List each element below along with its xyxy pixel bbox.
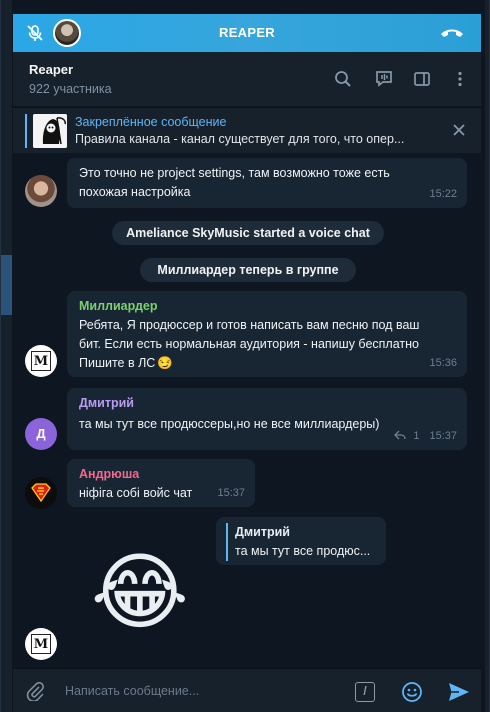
pinned-title: Закреплённое сообщение: [75, 115, 227, 129]
message-time: 15:37: [217, 487, 245, 499]
message-input[interactable]: Написать сообщение...: [65, 684, 199, 698]
avatar[interactable]: [25, 477, 57, 509]
message-author[interactable]: Миллиардер: [79, 297, 455, 316]
sidebar-icon[interactable]: [412, 69, 432, 89]
voice-chat-icon[interactable]: [374, 69, 394, 89]
search-icon[interactable]: [333, 69, 353, 89]
smirk-emoji: 😏: [157, 356, 173, 370]
avatar[interactable]: [25, 175, 57, 207]
message-text: Это точно не project settings, там возмо…: [79, 166, 390, 180]
reply-arrow-icon[interactable]: [394, 430, 406, 440]
reply-preview[interactable]: Дмитрий та мы тут все продюс...: [216, 517, 386, 565]
reply-author: Дмитрий: [235, 525, 290, 539]
member-count: 922 участника: [29, 82, 112, 96]
message-bubble[interactable]: Андрюша ніфіга собі войс чат 15:37: [67, 459, 255, 507]
superman-logo-icon: [31, 483, 51, 503]
avatar[interactable]: Д: [25, 418, 57, 450]
reaper-logo-icon: [33, 114, 67, 148]
message-time: 15:37: [429, 430, 457, 442]
emoji-icon[interactable]: [401, 681, 423, 703]
reply-text: та мы тут все продюс...: [235, 544, 371, 558]
window-edge: [485, 0, 489, 712]
reply-count[interactable]: 1: [413, 430, 419, 442]
pinned-text: Правила канала - канал существует для то…: [75, 132, 405, 146]
message-meta: 1 15:37: [394, 427, 457, 446]
close-icon[interactable]: [451, 122, 467, 138]
message-bubble[interactable]: Миллиардер Ребята, Я продюссер и готов н…: [67, 291, 467, 377]
message-author[interactable]: Андрюша: [79, 465, 243, 484]
voice-chat-title: REAPER: [219, 25, 275, 40]
message-time: 15:36: [429, 357, 457, 369]
chat-list-edge: [1, 0, 12, 712]
chat-header[interactable]: Reaper 922 участника: [13, 52, 481, 106]
attach-icon[interactable]: [25, 681, 45, 701]
message-input-bar: Написать сообщение... /: [13, 668, 481, 712]
more-icon[interactable]: [450, 69, 470, 89]
send-icon[interactable]: [447, 681, 471, 703]
telegram-window: REAPER Reaper 922 участника Закреплённое…: [0, 0, 490, 712]
chat-title[interactable]: Reaper: [29, 62, 73, 77]
command-icon[interactable]: /: [355, 682, 375, 702]
message-text: Пишите в ЛС 😏: [79, 356, 173, 370]
avatar[interactable]: M: [25, 628, 57, 660]
message-text: Ребята, Я продюссер и готов написать вам…: [79, 318, 420, 332]
message-author[interactable]: Дмитрий: [79, 394, 455, 413]
service-message: Ameliance SkyMusic started a voice chat: [112, 221, 384, 245]
message-bubble[interactable]: Это точно не project settings, там возмо…: [67, 158, 467, 208]
sticker[interactable]: 😂: [85, 542, 195, 642]
message-text: похожая настройка: [79, 185, 191, 199]
pinned-accent-bar: [25, 114, 27, 148]
active-chat-marker: [1, 255, 12, 315]
avatar[interactable]: M: [25, 345, 57, 377]
message-text: бит. Если есть нормальная аудитория - на…: [79, 337, 419, 351]
pinned-thumbnail: [33, 114, 67, 148]
voice-chat-bar[interactable]: REAPER: [13, 14, 481, 52]
hangup-icon[interactable]: [439, 25, 465, 41]
pinned-message[interactable]: Закреплённое сообщение Правила канала - …: [13, 107, 481, 153]
service-message: Миллиардер теперь в группе: [140, 258, 356, 282]
message-bubble[interactable]: Дмитрий та мы тут все продюссеры,но не в…: [67, 388, 467, 450]
message-time: 15:22: [429, 188, 457, 200]
